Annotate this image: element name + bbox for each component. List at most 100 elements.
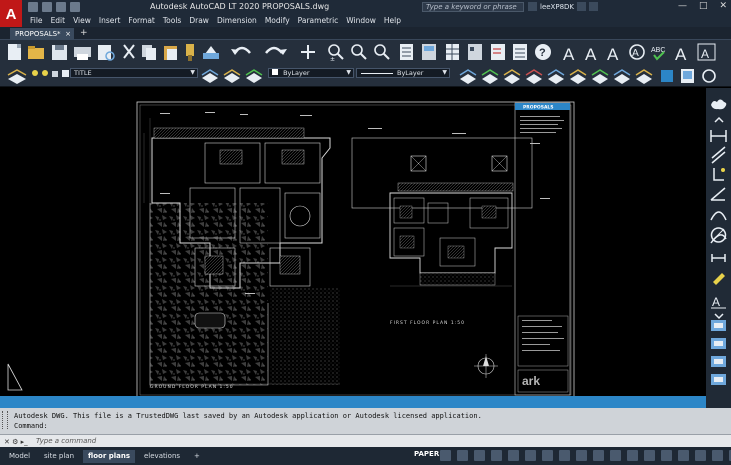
sheet-set-icon[interactable] (468, 44, 482, 60)
layout-tab-floor-plans[interactable]: floor plans (83, 449, 135, 463)
copy-icon[interactable] (142, 45, 156, 60)
close-button[interactable]: ✕ (719, 1, 727, 11)
layer-merge-icon[interactable] (547, 69, 565, 84)
design-center-icon[interactable] (422, 44, 436, 60)
properties-icon[interactable] (400, 44, 413, 60)
workspace-icon[interactable] (610, 450, 621, 461)
dimension-update-icon[interactable] (711, 338, 726, 349)
dimension-reassociate-icon[interactable] (711, 374, 726, 385)
pan-icon[interactable] (301, 45, 315, 59)
dimension-edit-icon[interactable] (713, 273, 725, 285)
user-account[interactable]: leeXP8DK (528, 2, 599, 11)
open-icon[interactable] (28, 46, 44, 59)
save-icon[interactable] (56, 2, 66, 12)
lineweight-icon[interactable] (542, 450, 553, 461)
text-style-icon[interactable]: A (563, 45, 575, 64)
block-editor-icon[interactable] (203, 46, 219, 59)
dimension-override-icon[interactable] (711, 356, 726, 367)
color-dropdown[interactable]: ByLayer ▼ (268, 68, 354, 78)
view-cube-icon[interactable] (661, 70, 673, 82)
layer-walk-icon[interactable] (459, 69, 477, 84)
quick-properties-icon[interactable] (661, 450, 672, 461)
aligned-dimension-icon[interactable] (711, 146, 726, 164)
dimension-text-icon[interactable]: A (711, 295, 726, 309)
snap-icon[interactable] (457, 450, 468, 461)
layer-color-icon[interactable] (62, 70, 69, 77)
viewport-icon[interactable] (681, 69, 694, 83)
tab-proposals[interactable]: PROPOSALS* × (10, 28, 74, 40)
tool-palettes-icon[interactable] (446, 44, 459, 60)
multiline-text-icon[interactable]: A (585, 45, 597, 64)
close-tab-icon[interactable]: × (65, 28, 71, 40)
quick-dimension-icon[interactable] (711, 254, 726, 262)
save-icon[interactable] (52, 45, 67, 60)
layer-delete-icon[interactable] (569, 69, 587, 84)
find-text-icon[interactable]: A (629, 44, 645, 60)
zoom-realtime-icon[interactable]: ± (328, 44, 344, 63)
layer-freeze-icon[interactable] (42, 70, 48, 76)
annotation-scale-icon[interactable] (593, 450, 604, 461)
calculator-icon[interactable] (513, 44, 527, 60)
undo-icon[interactable] (70, 2, 80, 12)
orbit-icon[interactable] (702, 69, 716, 83)
layer-properties-icon[interactable] (7, 69, 27, 84)
menu-dimension[interactable]: Dimension (217, 16, 257, 25)
menu-file[interactable]: File (30, 16, 43, 25)
text-justify-icon[interactable]: A (697, 43, 716, 61)
layer-change-icon[interactable] (613, 69, 631, 84)
drawing-area[interactable]: GROUND FLOOR PLAN 1:50 FIRST FLOOR PLAN … (0, 88, 706, 410)
scroll-up-icon[interactable] (714, 116, 724, 123)
zoom-window-icon[interactable] (351, 44, 367, 60)
minimize-button[interactable]: — (678, 1, 687, 11)
linear-dimension-icon[interactable] (710, 130, 727, 142)
angular-dimension-icon[interactable] (710, 187, 726, 201)
menu-tools[interactable]: Tools (163, 16, 181, 25)
isolate-objects-icon[interactable] (678, 450, 689, 461)
zoom-previous-icon[interactable] (374, 44, 390, 60)
help-icon[interactable]: ? (535, 44, 551, 60)
command-input[interactable]: ✕ ⚙ ▸_ Type a command (0, 434, 731, 447)
layer-translate-icon[interactable] (591, 69, 609, 84)
grid-icon[interactable] (440, 450, 451, 461)
undo-icon[interactable] (231, 46, 251, 55)
layer-unisolate-icon[interactable] (503, 69, 521, 84)
match-properties-icon[interactable] (186, 44, 194, 61)
menu-view[interactable]: View (73, 16, 91, 25)
ortho-icon[interactable] (474, 450, 485, 461)
add-layout-button[interactable]: + (189, 450, 205, 463)
spell-check-icon[interactable]: ABC (651, 47, 665, 61)
clean-screen-icon[interactable] (712, 450, 723, 461)
layer-lock-icon[interactable] (52, 71, 58, 77)
menu-edit[interactable]: Edit (51, 16, 66, 25)
ordinate-dimension-icon[interactable] (713, 168, 725, 181)
scroll-down-icon[interactable] (714, 313, 724, 320)
hardware-acceleration-icon[interactable] (695, 450, 706, 461)
plot-icon[interactable] (74, 47, 91, 60)
layout-tab-model[interactable]: Model (4, 450, 35, 463)
paper-space-toggle[interactable]: PAPER (414, 450, 439, 458)
menu-format[interactable]: Format (128, 16, 154, 25)
layout-tab-elevations[interactable]: elevations (139, 450, 185, 463)
layout-tab-site-plan[interactable]: site plan (39, 450, 79, 463)
revision-cloud-icon[interactable] (711, 99, 727, 110)
new-file-icon[interactable] (28, 2, 38, 12)
cut-icon[interactable] (123, 44, 135, 59)
linetype-dropdown[interactable]: ByLayer ▼ (356, 68, 450, 78)
print-preview-icon[interactable] (98, 45, 115, 61)
new-icon[interactable] (8, 44, 21, 60)
selection-cycling-icon[interactable] (576, 450, 587, 461)
polar-icon[interactable] (491, 450, 502, 461)
layer-off-icon[interactable] (525, 69, 543, 84)
transparency-icon[interactable] (559, 450, 570, 461)
osnap-icon[interactable] (508, 450, 519, 461)
arc-length-icon[interactable] (710, 211, 727, 221)
menu-draw[interactable]: Draw (189, 16, 209, 25)
application-menu-button[interactable]: A (0, 0, 22, 28)
command-line-grip-icon[interactable] (2, 411, 8, 429)
paste-icon[interactable] (164, 46, 177, 60)
layer-dropdown[interactable]: TITLE ▼ (70, 68, 198, 78)
maximize-button[interactable]: □ (699, 1, 708, 11)
menu-parametric[interactable]: Parametric (298, 16, 339, 25)
layer-state-icon[interactable] (245, 69, 263, 83)
menu-insert[interactable]: Insert (99, 16, 121, 25)
